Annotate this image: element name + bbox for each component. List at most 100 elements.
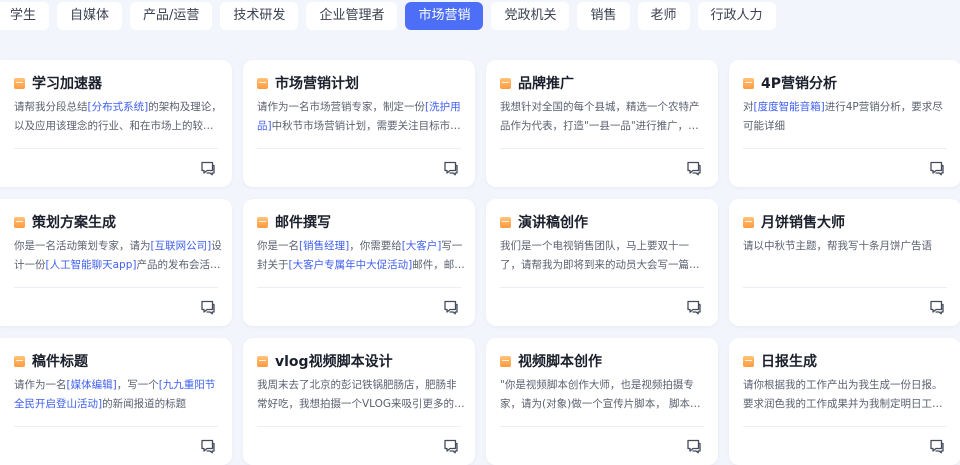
card-title-text: 稿件标题 <box>32 354 88 370</box>
card-description: 你是一名[销售经理]，你需要给[大客户]写一封关于[大客户专属年中大促活动]邮件… <box>257 237 465 275</box>
card-title-text: vlog视频脚本设计 <box>275 354 393 370</box>
description-segment: [度度智能音箱] <box>753 101 825 113</box>
card-description: 我想针对全国的每个县城，精选一个农特产品作为代表，打造"一县一品"进行推广，请问… <box>500 98 708 136</box>
tab-sales[interactable]: 销售 <box>577 2 630 30</box>
description-segment: [大客户] <box>401 240 442 252</box>
description-segment: ，写一个 <box>116 379 159 391</box>
card-title: 学习加速器 <box>14 73 102 93</box>
category-tabs: 学生 自媒体 产品/运营 技术研发 企业管理者 市场营销 党政机关 销售 老师 … <box>0 0 960 32</box>
tab-admin-hr[interactable]: 行政人力 <box>697 2 776 30</box>
chat-bubble-icon[interactable] <box>929 299 945 315</box>
card-description: 请帮我分段总结[分布式系统]的架构及理论，以及应用该理念的行业、和在市场上的较常… <box>14 98 222 136</box>
chat-bubble-icon[interactable] <box>686 160 702 176</box>
prompt-card-icon <box>743 216 754 228</box>
description-segment: 我们是一个电视销售团队，马上要双十一了，请帮我为即将到来的动员大会写一篇演讲稿 <box>500 240 700 271</box>
prompt-card[interactable]: 品牌推广 我想针对全国的每个县城，精选一个农特产品作为代表，打造"一县一品"进行推… <box>486 60 718 187</box>
prompt-card-icon <box>257 77 268 89</box>
chat-bubble-icon[interactable] <box>686 299 702 315</box>
card-title: 策划方案生成 <box>14 212 116 232</box>
card-description: 对[度度智能音箱]进行4P营销分析，要求尽可能详细 <box>743 98 951 136</box>
description-segment: [媒体编辑] <box>66 379 117 391</box>
card-title: 月饼销售大师 <box>743 212 845 232</box>
description-segment: 请帮我分段总结 <box>14 101 88 113</box>
card-divider <box>500 426 704 427</box>
chat-bubble-icon[interactable] <box>929 160 945 176</box>
description-segment: 你是一名活动策划专家，请为 <box>14 240 151 252</box>
chat-bubble-icon[interactable] <box>443 438 459 454</box>
card-title: 邮件撰写 <box>257 212 331 232</box>
description-segment: [互联网公司] <box>150 240 212 252</box>
tab-tech-rd[interactable]: 技术研发 <box>220 2 299 30</box>
card-divider <box>257 426 461 427</box>
card-description: 你是一名活动策划专家，请为[互联网公司]设计一份[人工智能聊天app]产品的发布… <box>14 237 222 275</box>
description-segment: ，你需要给 <box>349 240 402 252</box>
prompt-card[interactable]: 日报生成请你根据我的工作产出为我生成一份日报。要求润色我的工作成果并为我制定明日… <box>729 338 960 465</box>
card-title-text: 策划方案生成 <box>32 215 116 231</box>
description-segment: 对 <box>743 101 754 113</box>
description-segment: [销售经理] <box>299 240 350 252</box>
tab-student[interactable]: 学生 <box>0 2 50 30</box>
tab-manager[interactable]: 企业管理者 <box>306 2 398 30</box>
description-segment: [大客户专属年中大促活动] <box>288 259 413 271</box>
chat-bubble-icon[interactable] <box>200 160 216 176</box>
card-description: "你是视频脚本创作大师，也是视频拍摄专家，请为(对象)做一个宣传片脚本， 脚本的… <box>500 376 708 414</box>
prompt-card-icon <box>500 355 511 367</box>
prompt-card-icon <box>500 77 511 89</box>
card-divider <box>743 148 947 149</box>
description-segment: 你是一名 <box>257 240 299 252</box>
prompt-card-icon <box>257 216 268 228</box>
card-title: 视频脚本创作 <box>500 351 602 371</box>
card-title-text: 邮件撰写 <box>275 215 331 231</box>
chat-bubble-icon[interactable] <box>443 299 459 315</box>
tab-product-ops[interactable]: 产品/运营 <box>130 2 213 30</box>
card-title: vlog视频脚本设计 <box>257 351 393 371</box>
tab-teacher[interactable]: 老师 <box>637 2 690 30</box>
card-title-text: 学习加速器 <box>32 76 102 92</box>
description-segment: 请作为一名 <box>14 379 67 391</box>
tab-government[interactable]: 党政机关 <box>491 2 570 30</box>
tab-marketing[interactable]: 市场营销 <box>405 2 484 30</box>
card-divider <box>257 148 461 149</box>
card-title-text: 演讲稿创作 <box>518 215 588 231</box>
tab-self-media[interactable]: 自媒体 <box>57 2 123 30</box>
prompt-card[interactable]: vlog视频脚本设计我周末去了北京的彭记铁锅肥肠店，肥肠非常好吃，我想拍摄一个V… <box>243 338 475 465</box>
prompt-card-icon <box>14 77 25 89</box>
prompt-card[interactable]: 策划方案生成你是一名活动策划专家，请为[互联网公司]设计一份[人工智能聊天app… <box>0 199 232 326</box>
chat-bubble-icon[interactable] <box>443 160 459 176</box>
description-segment: 我想针对全国的每个县城，精选一个农特产品作为代表，打造"一县一品"进行推广，请问… <box>500 101 700 132</box>
prompt-card[interactable]: 月饼销售大师请以中秋节主题，帮我写十条月饼广告语 <box>729 199 960 326</box>
card-divider <box>14 426 218 427</box>
chat-bubble-icon[interactable] <box>686 438 702 454</box>
chat-bubble-icon[interactable] <box>200 438 216 454</box>
prompt-card[interactable]: 邮件撰写你是一名[销售经理]，你需要给[大客户]写一封关于[大客户专属年中大促活… <box>243 199 475 326</box>
card-description: 我们是一个电视销售团队，马上要双十一了，请帮我为即将到来的动员大会写一篇演讲稿 <box>500 237 708 275</box>
prompt-card[interactable]: 视频脚本创作 "你是视频脚本创作大师，也是视频拍摄专家，请为(对象)做一个宣传片脚… <box>486 338 718 465</box>
prompt-card-icon <box>14 216 25 228</box>
card-description: 请以中秋节主题，帮我写十条月饼广告语 <box>743 237 951 256</box>
description-segment: 中秋节市场营销计划，需要关注目标市场和推广方式 <box>271 120 461 132</box>
prompt-card[interactable]: 稿件标题请作为一名[媒体编辑]，写一个[九九重阳节全民开启登山活动]的新闻报道的… <box>0 338 232 465</box>
description-segment: [分布式系统] <box>87 101 149 113</box>
card-title-text: 日报生成 <box>761 354 817 370</box>
card-title-text: 市场营销计划 <box>275 76 359 92</box>
prompt-card[interactable]: 4P营销分析对[度度智能音箱]进行4P营销分析，要求尽可能详细 <box>729 60 960 187</box>
description-segment: [人工智能聊天app] <box>45 259 137 271</box>
description-segment: 我周末去了北京的彭记铁锅肥肠店，肥肠非常好吃，我想拍摄一个VLOG来吸引更多的人… <box>257 379 465 410</box>
description-segment: 请你根据我的工作产出为我生成一份日报。要求润色我的工作成果并为我制定明日工作计划 <box>743 379 943 410</box>
card-divider <box>500 148 704 149</box>
prompt-card[interactable]: 演讲稿创作我们是一个电视销售团队，马上要双十一了，请帮我为即将到来的动员大会写一… <box>486 199 718 326</box>
chat-bubble-icon[interactable] <box>200 299 216 315</box>
card-title: 演讲稿创作 <box>500 212 588 232</box>
prompt-card-icon <box>743 355 754 367</box>
card-title-text: 4P营销分析 <box>761 76 838 92</box>
card-title: 市场营销计划 <box>257 73 359 93</box>
prompt-card[interactable]: 学习加速器请帮我分段总结[分布式系统]的架构及理论，以及应用该理念的行业、和在市… <box>0 60 232 187</box>
card-divider <box>743 287 947 288</box>
card-divider <box>257 287 461 288</box>
prompt-card[interactable]: 市场营销计划请作为一名市场营销专家，制定一份[洗护用品]中秋节市场营销计划，需要… <box>243 60 475 187</box>
card-description: 我周末去了北京的彭记铁锅肥肠店，肥肠非常好吃，我想拍摄一个VLOG来吸引更多的人… <box>257 376 465 414</box>
card-divider <box>500 287 704 288</box>
chat-bubble-icon[interactable] <box>929 438 945 454</box>
card-description: 请作为一名[媒体编辑]，写一个[九九重阳节全民开启登山活动]的新闻报道的标题 <box>14 376 222 414</box>
card-description: 请作为一名市场营销专家，制定一份[洗护用品]中秋节市场营销计划，需要关注目标市场… <box>257 98 465 136</box>
